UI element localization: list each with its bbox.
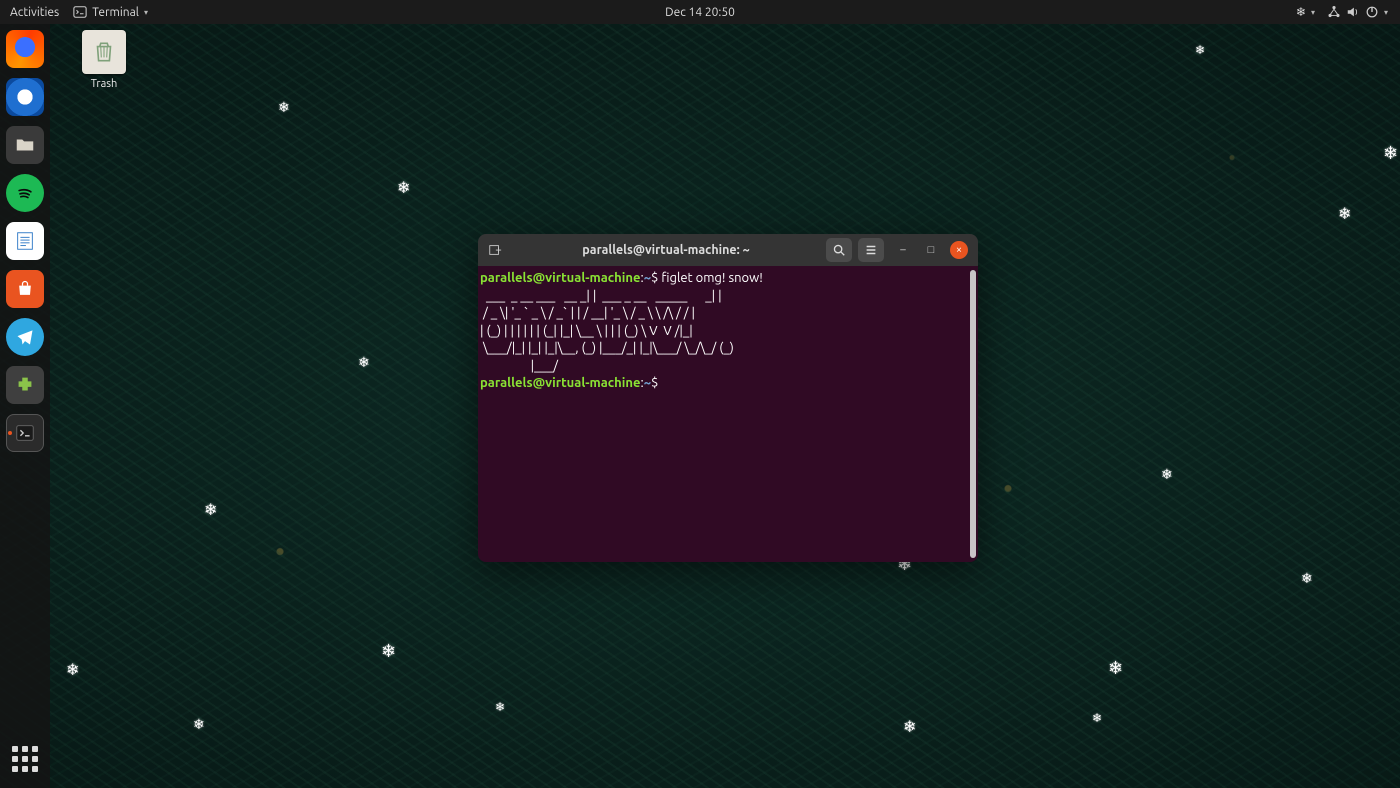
clock-label: Dec 14 20:50	[665, 6, 735, 19]
show-applications[interactable]	[10, 744, 40, 774]
chevron-down-icon: ▾	[144, 8, 148, 17]
close-icon: ×	[956, 244, 962, 256]
puzzle-icon	[14, 374, 36, 396]
trash-tile	[82, 30, 126, 74]
chevron-down-icon: ▾	[1384, 8, 1388, 17]
window-title: parallels@virtual-machine: ~	[512, 243, 820, 257]
search-icon	[832, 243, 846, 257]
search-button[interactable]	[826, 238, 852, 262]
titlebar[interactable]: parallels@virtual-machine: ~ – □ ×	[478, 234, 978, 266]
maximize-button[interactable]: □	[922, 241, 940, 259]
dock-spotify[interactable]	[6, 174, 44, 212]
dock-thunderbird[interactable]	[6, 78, 44, 116]
network-icon	[1327, 5, 1341, 19]
new-tab-button[interactable]	[484, 239, 506, 261]
trash-icon	[91, 39, 117, 65]
snow-icon: ❄	[1296, 5, 1306, 19]
folder-icon	[14, 134, 36, 156]
new-tab-icon	[488, 243, 502, 257]
dock-firefox[interactable]	[6, 30, 44, 68]
activities-label: Activities	[10, 6, 59, 19]
running-indicator	[8, 431, 12, 435]
activities-button[interactable]: Activities	[10, 5, 59, 19]
dock	[0, 24, 50, 788]
dock-files[interactable]	[6, 126, 44, 164]
bag-icon	[15, 279, 35, 299]
dock-extensions[interactable]	[6, 366, 44, 404]
spotify-icon	[15, 183, 35, 203]
menu-button[interactable]	[858, 238, 884, 262]
clock[interactable]: Dec 14 20:50	[665, 6, 735, 19]
chevron-down-icon: ▾	[1311, 8, 1315, 17]
maximize-icon: □	[928, 244, 935, 256]
power-icon	[1365, 5, 1379, 19]
dock-telegram[interactable]	[6, 318, 44, 356]
system-menu[interactable]: ▾	[1327, 5, 1388, 19]
close-button[interactable]: ×	[950, 241, 968, 259]
desktop-trash[interactable]: Trash	[74, 30, 134, 90]
terminal-body[interactable]: parallels@virtual-machine:~$ figlet omg!…	[478, 266, 978, 562]
scrollbar[interactable]	[970, 270, 976, 558]
weather-indicator[interactable]: ❄ ▾	[1296, 5, 1315, 19]
trash-label: Trash	[74, 78, 134, 90]
document-icon	[14, 230, 36, 252]
terminal-small-icon	[73, 5, 87, 19]
telegram-icon	[15, 327, 35, 347]
minimize-button[interactable]: –	[894, 241, 912, 259]
minimize-icon: –	[900, 244, 905, 256]
hamburger-icon	[864, 243, 878, 257]
terminal-icon	[14, 422, 36, 444]
dock-writer[interactable]	[6, 222, 44, 260]
terminal-window: parallels@virtual-machine: ~ – □ × paral…	[478, 234, 978, 562]
top-bar: Activities Terminal ▾ Dec 14 20:50 ❄ ▾ ▾	[0, 0, 1400, 24]
dock-software[interactable]	[6, 270, 44, 308]
volume-icon	[1346, 5, 1360, 19]
app-menu[interactable]: Terminal ▾	[73, 5, 148, 19]
app-menu-label: Terminal	[92, 6, 139, 19]
terminal-output: parallels@virtual-machine:~$ figlet omg!…	[480, 270, 974, 393]
